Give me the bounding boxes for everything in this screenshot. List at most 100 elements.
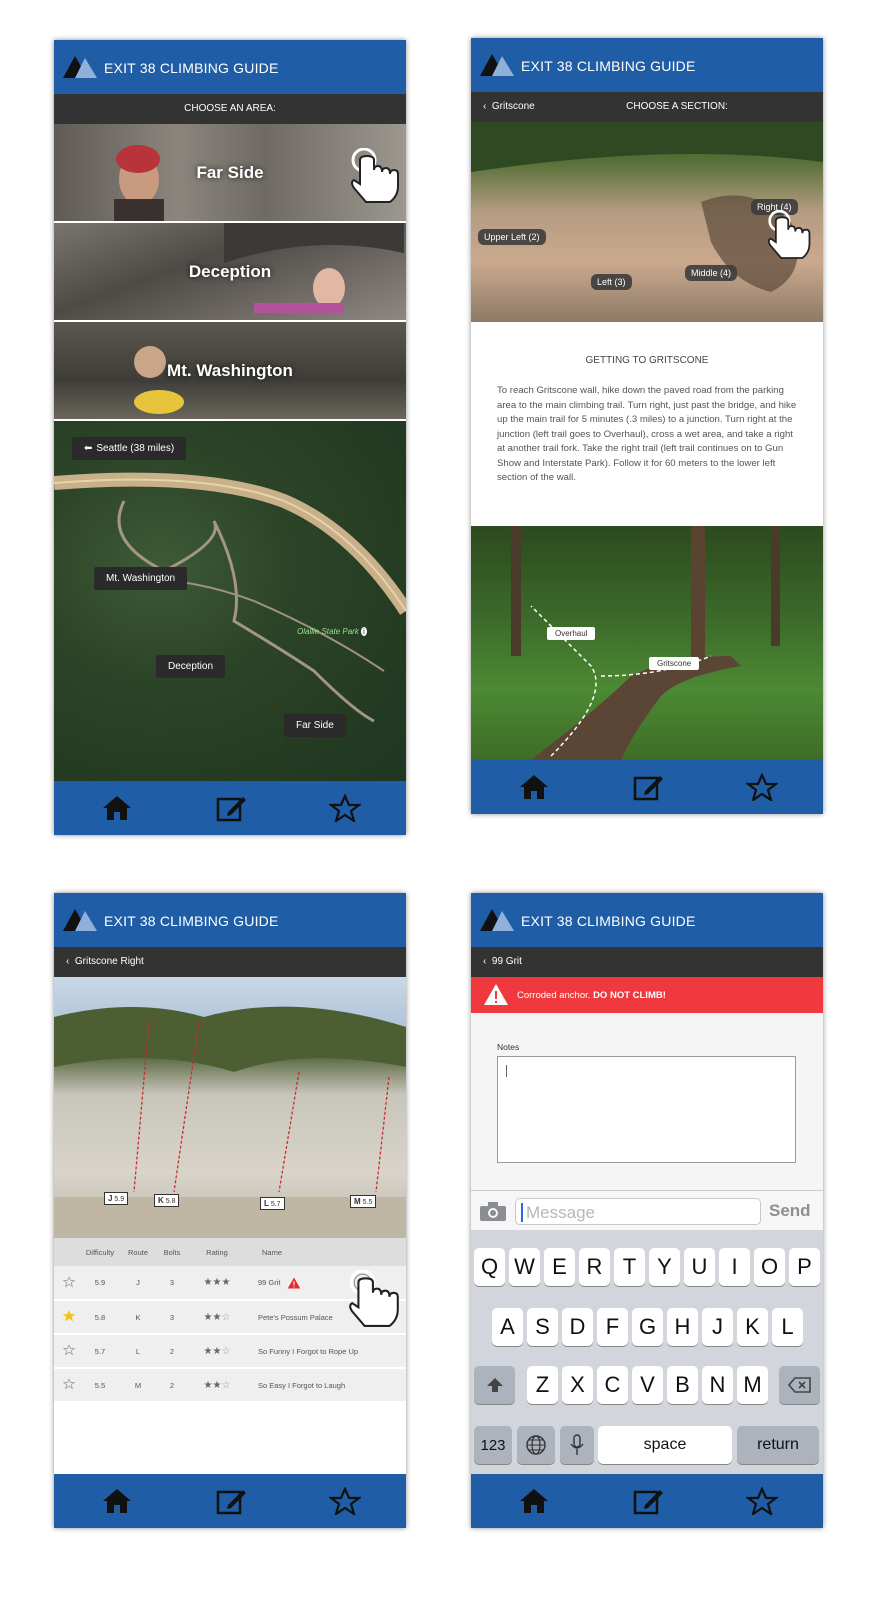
back-button[interactable]: ‹ 99 Grit bbox=[483, 956, 522, 967]
home-icon[interactable] bbox=[518, 773, 550, 801]
app-title: EXIT 38 CLIMBING GUIDE bbox=[521, 913, 696, 929]
map-label-mt-washington[interactable]: Mt. Washington bbox=[94, 567, 188, 590]
cell-bolts: 2 bbox=[160, 1368, 184, 1403]
back-button[interactable]: ‹ Gritscone Right bbox=[66, 956, 144, 967]
message-placeholder: Message bbox=[526, 1203, 595, 1222]
edit-icon[interactable] bbox=[216, 1487, 248, 1515]
dictation-key[interactable] bbox=[560, 1426, 594, 1464]
message-input[interactable]: Message bbox=[515, 1198, 761, 1225]
edit-icon[interactable] bbox=[216, 794, 248, 822]
route-tag-k[interactable]: K 5.8 bbox=[154, 1194, 180, 1207]
star-icon[interactable] bbox=[329, 794, 361, 822]
bottom-nav bbox=[54, 781, 406, 835]
numbers-key[interactable]: 123 bbox=[474, 1426, 512, 1464]
cell-route: J bbox=[116, 1266, 160, 1301]
filled-star-icon: ★ bbox=[203, 1277, 213, 1288]
cell-route: L bbox=[116, 1334, 160, 1369]
cell-difficulty: 5.9 bbox=[84, 1266, 116, 1301]
shift-key[interactable] bbox=[474, 1366, 515, 1404]
col-bolts[interactable]: Bolts bbox=[160, 1238, 184, 1266]
key-f[interactable]: F bbox=[597, 1308, 628, 1346]
home-icon[interactable] bbox=[518, 1487, 550, 1515]
key-e[interactable]: E bbox=[544, 1248, 575, 1286]
chevron-left-icon: ‹ bbox=[66, 956, 70, 967]
route-tag-l[interactable]: L 5.7 bbox=[260, 1197, 285, 1210]
route-tag-j[interactable]: J 5.9 bbox=[104, 1192, 129, 1205]
key-k[interactable]: K bbox=[737, 1308, 768, 1346]
key-x[interactable]: X bbox=[562, 1366, 593, 1404]
home-icon[interactable] bbox=[101, 794, 133, 822]
key-v[interactable]: V bbox=[632, 1366, 663, 1404]
backspace-key[interactable] bbox=[779, 1366, 820, 1404]
col-difficulty[interactable]: Difficulty bbox=[84, 1238, 116, 1266]
area-map[interactable]: ⬅ Seattle (38 miles) Mt. Washington Olall… bbox=[54, 421, 406, 781]
notes-textarea[interactable] bbox=[497, 1056, 796, 1163]
key-l[interactable]: L bbox=[772, 1308, 803, 1346]
key-u[interactable]: U bbox=[684, 1248, 715, 1286]
warning-alert: Corroded anchor. DO NOT CLIMB! bbox=[471, 977, 823, 1013]
col-route[interactable]: Route bbox=[116, 1238, 160, 1266]
globe-key[interactable] bbox=[517, 1426, 555, 1464]
key-a[interactable]: A bbox=[492, 1308, 523, 1346]
key-n[interactable]: N bbox=[702, 1366, 733, 1404]
map-label-far-side[interactable]: Far Side bbox=[284, 714, 346, 737]
cell-difficulty: 5.5 bbox=[84, 1368, 116, 1403]
key-i[interactable]: I bbox=[719, 1248, 750, 1286]
app-header: EXIT 38 CLIMBING GUIDE bbox=[54, 893, 406, 947]
edit-icon[interactable] bbox=[633, 773, 665, 801]
camera-icon[interactable] bbox=[479, 1201, 507, 1222]
route-tag-m[interactable]: M 5.5 bbox=[350, 1195, 377, 1208]
table-row[interactable]: 5.7 L 2 ★★☆ So Funny I Forgot to Rope Up bbox=[54, 1334, 406, 1369]
section-left[interactable]: Left (3) bbox=[591, 274, 632, 290]
space-key[interactable]: space bbox=[598, 1426, 732, 1464]
area-label-far-side: Far Side bbox=[196, 162, 264, 182]
star-icon[interactable] bbox=[329, 1487, 361, 1515]
key-j[interactable]: J bbox=[702, 1308, 733, 1346]
key-q[interactable]: Q bbox=[474, 1248, 505, 1286]
favorite-star-icon[interactable] bbox=[62, 1344, 76, 1356]
send-button[interactable]: Send bbox=[769, 1201, 811, 1221]
star-icon[interactable] bbox=[746, 773, 778, 801]
home-icon[interactable] bbox=[101, 1487, 133, 1515]
col-rating[interactable]: Rating bbox=[184, 1238, 250, 1266]
favorite-star-icon[interactable] bbox=[62, 1275, 76, 1288]
key-w[interactable]: W bbox=[509, 1248, 540, 1286]
cell-name: So Easy I Forgot to Laugh bbox=[250, 1368, 406, 1403]
edit-icon[interactable] bbox=[633, 1487, 665, 1515]
route-topo-photo: J 5.9 K 5.8 L 5.7 M 5.5 bbox=[54, 977, 406, 1238]
key-y[interactable]: Y bbox=[649, 1248, 680, 1286]
star-icon[interactable] bbox=[746, 1487, 778, 1515]
key-c[interactable]: C bbox=[597, 1366, 628, 1404]
key-m[interactable]: M bbox=[737, 1366, 768, 1404]
favorite-star-icon[interactable] bbox=[62, 1310, 76, 1322]
warning-icon bbox=[287, 1277, 300, 1288]
table-row[interactable]: 5.5 M 2 ★★☆ So Easy I Forgot to Laugh bbox=[54, 1368, 406, 1403]
route-name: Pete's Possum Palace bbox=[258, 1312, 333, 1322]
key-d[interactable]: D bbox=[562, 1308, 593, 1346]
map-label-deception[interactable]: Deception bbox=[156, 655, 226, 678]
key-t[interactable]: T bbox=[614, 1248, 645, 1286]
key-g[interactable]: G bbox=[632, 1308, 663, 1346]
return-key[interactable]: return bbox=[737, 1426, 819, 1464]
key-o[interactable]: O bbox=[754, 1248, 785, 1286]
key-h[interactable]: H bbox=[667, 1308, 698, 1346]
key-b[interactable]: B bbox=[667, 1366, 698, 1404]
key-z[interactable]: Z bbox=[527, 1366, 558, 1404]
map-roads bbox=[54, 472, 406, 723]
climber-image bbox=[114, 145, 164, 221]
back-button[interactable]: ‹ Gritscone bbox=[483, 101, 535, 112]
area-tile-deception[interactable]: Deception bbox=[54, 223, 406, 320]
key-p[interactable]: P bbox=[789, 1248, 820, 1286]
area-tile-far-side[interactable]: Far Side bbox=[54, 124, 406, 221]
cell-rating: ★★☆ bbox=[184, 1368, 250, 1403]
map-label-park: Olallie State Park i bbox=[297, 627, 367, 636]
col-name[interactable]: Name bbox=[250, 1238, 406, 1266]
area-tile-mt-washington[interactable]: Mt. Washington bbox=[54, 322, 406, 419]
key-s[interactable]: S bbox=[527, 1308, 558, 1346]
favorite-star-icon[interactable] bbox=[62, 1378, 76, 1390]
section-upper-left[interactable]: Upper Left (2) bbox=[478, 229, 546, 245]
section-middle[interactable]: Middle (4) bbox=[685, 265, 738, 281]
map-label-seattle[interactable]: ⬅ Seattle (38 miles) bbox=[72, 437, 187, 460]
text-cursor bbox=[521, 1203, 523, 1222]
key-r[interactable]: R bbox=[579, 1248, 610, 1286]
